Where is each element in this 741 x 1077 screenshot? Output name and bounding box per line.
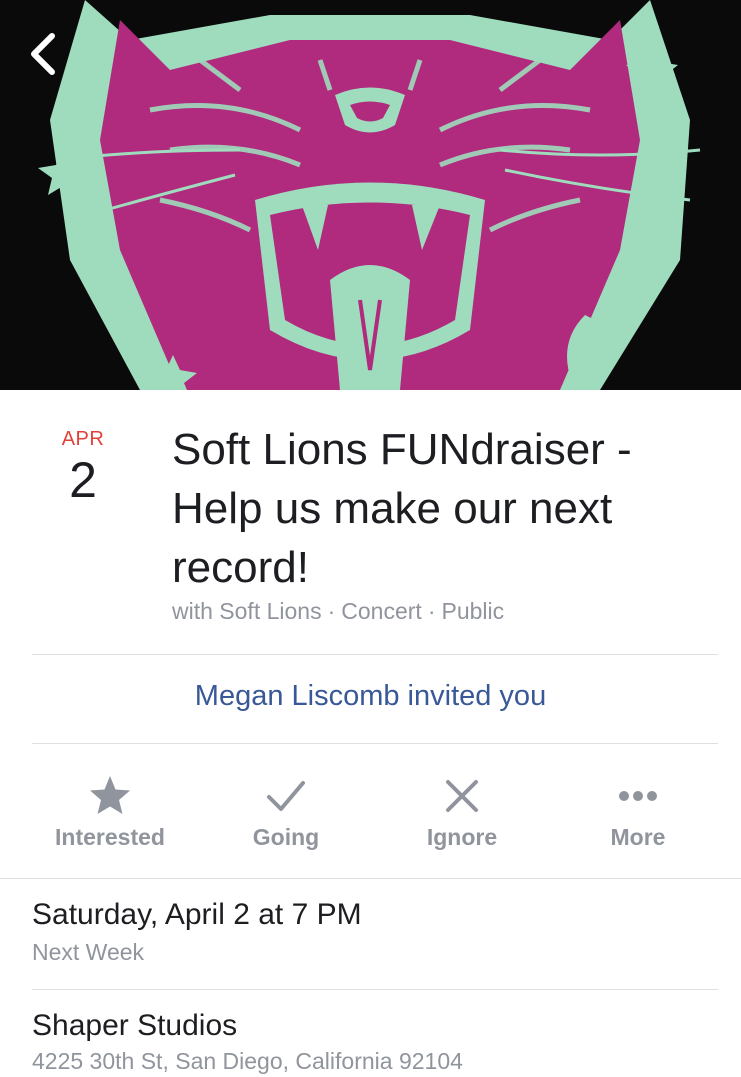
chevron-left-icon [31, 33, 55, 75]
going-label: Going [252, 824, 320, 850]
star-icon [90, 776, 130, 814]
event-date: APR 2 [40, 428, 126, 507]
event-venue[interactable]: Shaper Studios [32, 1009, 237, 1043]
event-datetime[interactable]: Saturday, April 2 at 7 PM [32, 898, 362, 932]
back-button[interactable] [22, 28, 66, 80]
ignore-label: Ignore [426, 824, 498, 850]
more-button[interactable]: More [550, 772, 726, 851]
event-category: Concert [341, 598, 422, 624]
divider [32, 989, 718, 990]
divider [0, 878, 741, 879]
close-icon [446, 780, 478, 812]
event-date-month: APR [61, 428, 105, 450]
more-label: More [610, 824, 666, 850]
more-dots-icon [619, 791, 657, 801]
ignore-button[interactable]: Ignore [374, 772, 550, 851]
rsvp-actions: Interested Going Ignore More [22, 772, 726, 851]
interested-label: Interested [55, 824, 165, 850]
going-button[interactable]: Going [198, 772, 374, 851]
divider [32, 654, 718, 655]
event-address[interactable]: 4225 30th St, San Diego, California 9210… [32, 1048, 463, 1075]
invite-text[interactable]: Megan Liscomb invited you [0, 680, 741, 713]
interested-button[interactable]: Interested [22, 772, 198, 851]
event-date-day: 2 [69, 452, 97, 508]
event-cover-image [0, 0, 741, 390]
cat-illustration [38, 0, 701, 390]
divider [32, 743, 718, 744]
event-title: Soft Lions FUNdraiser - Help us make our… [172, 425, 632, 592]
check-icon [267, 781, 305, 811]
event-meta: with Soft Lions · Concert · Public [172, 598, 505, 624]
event-host[interactable]: with Soft Lions [172, 598, 322, 624]
event-privacy: Public [441, 598, 505, 624]
event-relative-date: Next Week [32, 939, 145, 965]
